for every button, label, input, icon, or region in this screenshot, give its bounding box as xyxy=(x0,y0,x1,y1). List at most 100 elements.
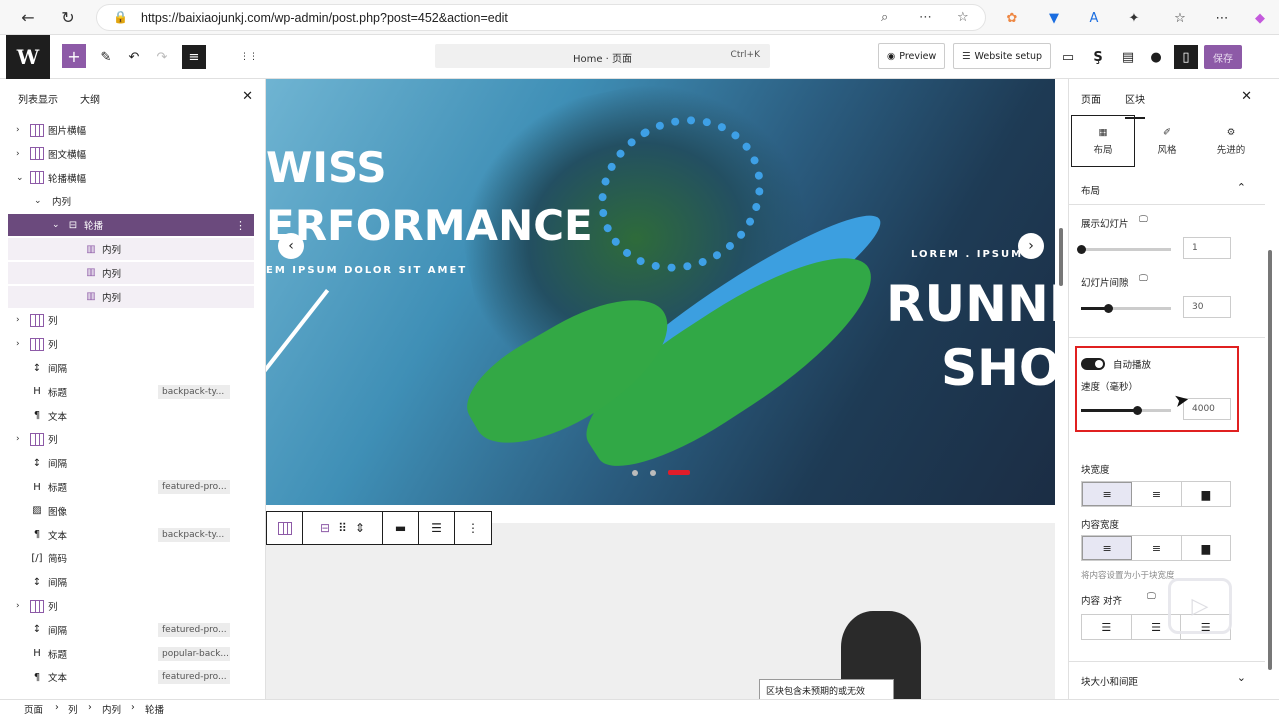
gap-range[interactable] xyxy=(1081,304,1171,313)
tab-list-view[interactable]: 列表显示 xyxy=(18,91,58,106)
gap-input[interactable]: 30 xyxy=(1183,296,1231,318)
chevron-right-icon[interactable]: › xyxy=(16,601,20,611)
website-setup-button[interactable]: ☰ Website setup xyxy=(953,43,1051,69)
close-icon[interactable]: ✕ xyxy=(1241,89,1252,104)
slides-range-knob[interactable] xyxy=(1077,245,1086,254)
chevron-right-icon[interactable]: › xyxy=(16,339,20,349)
chevron-up-icon[interactable]: ⌃ xyxy=(1237,181,1246,194)
slider-dot-active[interactable] xyxy=(668,470,690,475)
list-row[interactable]: [/] 简码 xyxy=(8,547,254,569)
copilot-icon[interactable]: ◆ xyxy=(1250,8,1270,28)
drag-handle-icon[interactable]: ⠿ xyxy=(338,521,347,535)
plugin-s-icon[interactable]: Ş xyxy=(1088,45,1108,69)
parent-block-button[interactable] xyxy=(267,512,303,544)
content-width-default[interactable]: ≡ xyxy=(1082,536,1133,560)
slides-input[interactable]: 1 xyxy=(1183,237,1231,259)
extension-pinwheel-icon[interactable]: ✿ xyxy=(1002,8,1022,28)
list-row[interactable]: ▥ 内列 xyxy=(8,238,254,260)
slider-prev-button[interactable]: ‹ xyxy=(278,233,304,259)
list-row[interactable]: › 列 xyxy=(8,428,254,450)
document-overview-icon[interactable]: ≡ xyxy=(182,45,206,69)
reader-icon[interactable]: ⋯ xyxy=(919,10,932,25)
breadcrumb-item[interactable]: 页面 xyxy=(24,702,43,716)
chevron-down-icon[interactable]: ⌄ xyxy=(16,173,24,183)
list-row[interactable]: ▥ 内列 xyxy=(8,285,254,308)
settings-sidebar-icon[interactable]: ▯ xyxy=(1174,45,1198,69)
reload-icon[interactable]: ↻ xyxy=(56,6,80,28)
list-row[interactable]: › 列 xyxy=(8,595,254,617)
wordpress-logo-icon[interactable]: W xyxy=(6,35,50,79)
subtab-layout[interactable]: ▦ 布局 xyxy=(1071,115,1135,167)
list-row[interactable]: H 标题 popular-back... xyxy=(8,643,254,665)
block-inserter-button[interactable]: + xyxy=(62,44,86,68)
notes-icon[interactable]: ▤ xyxy=(1118,45,1138,69)
more-icon[interactable]: ⋯ xyxy=(1212,8,1232,28)
list-row[interactable]: ▥ 内列 xyxy=(8,261,254,284)
breadcrumb-item[interactable]: 轮播 xyxy=(145,702,164,716)
align-center-icon[interactable]: ▬ xyxy=(383,512,419,544)
carousel-slide[interactable]: WISS ERFORMANCE EM IPSUM DOLOR SIT AMET … xyxy=(266,79,1055,505)
chevron-right-icon[interactable]: › xyxy=(16,149,20,159)
list-row[interactable]: ¶ 文本 backpack-ty... xyxy=(8,524,254,546)
breadcrumb-item[interactable]: 内列 xyxy=(102,702,121,716)
gap-range-knob[interactable] xyxy=(1104,304,1113,313)
redo-icon[interactable]: ↷ xyxy=(152,45,172,69)
slider-next-button[interactable]: › xyxy=(1018,233,1044,259)
chevron-down-icon[interactable]: ⌄ xyxy=(1237,671,1246,684)
command-palette-bar[interactable]: Home · 页面 Ctrl+K xyxy=(435,44,770,68)
list-row[interactable]: ⌄ 内列 xyxy=(8,190,254,212)
settings-scrollbar[interactable] xyxy=(1266,80,1274,700)
list-row[interactable]: H 标题 featured-pro... xyxy=(8,476,254,498)
details-icon[interactable]: ⋮⋮ xyxy=(234,45,264,69)
list-row[interactable]: ↕ 间隔 xyxy=(8,571,254,593)
size-spacing-section[interactable]: 块大小和间距 xyxy=(1081,674,1138,688)
list-row[interactable]: › 列 xyxy=(8,309,254,331)
canvas-scrollbar[interactable] xyxy=(1057,80,1065,700)
list-row[interactable]: ¶ 文本 featured-pro... xyxy=(8,666,254,688)
width-option-full[interactable]: ▆ xyxy=(1182,482,1230,506)
slider-dot[interactable] xyxy=(650,470,656,476)
device-preview-icon[interactable]: ▭ xyxy=(1058,45,1078,69)
address-bar[interactable]: 🔒 https://baixiaojunkj.com/wp-admin/post… xyxy=(96,4,986,31)
list-row[interactable]: ▨ 图像 xyxy=(8,500,254,522)
list-row[interactable]: ↕ 间隔 featured-pro... xyxy=(8,619,254,641)
slider-dot[interactable] xyxy=(632,470,638,476)
list-row[interactable]: › 图文横幅 xyxy=(8,143,254,165)
content-width-wide[interactable]: ≡ xyxy=(1132,536,1182,560)
breadcrumb-item[interactable]: 列 xyxy=(68,702,78,716)
subtab-advanced[interactable]: ⚙ 先进的 xyxy=(1199,115,1263,167)
row-options-icon[interactable]: ⋮ xyxy=(235,219,246,232)
preview-button[interactable]: ◉ Preview xyxy=(878,43,946,69)
list-row[interactable]: ↕ 间隔 xyxy=(8,357,254,379)
chevron-right-icon[interactable]: › xyxy=(16,315,20,325)
chevron-down-icon[interactable]: ⌄ xyxy=(52,220,60,230)
block-more-options-icon[interactable]: ⋮ xyxy=(455,512,491,544)
list-row[interactable]: ¶ 文本 xyxy=(8,405,254,427)
width-option-default[interactable]: ≡ xyxy=(1082,482,1133,506)
edit-pencil-icon[interactable]: ✎ xyxy=(96,45,116,69)
extensions-puzzle-icon[interactable]: ✦ xyxy=(1124,8,1144,28)
favorite-star-icon[interactable]: ☆ xyxy=(957,10,969,25)
chevron-right-icon[interactable]: › xyxy=(16,434,20,444)
tab-page[interactable]: 页面 xyxy=(1081,91,1101,106)
section-layout-title[interactable]: 布局 xyxy=(1081,183,1100,197)
list-row[interactable]: ↕ 间隔 xyxy=(8,452,254,474)
slider-block-icon[interactable]: ⊟ xyxy=(320,521,330,535)
width-option-wide[interactable]: ≡ xyxy=(1132,482,1182,506)
list-row[interactable]: › 列 xyxy=(8,333,254,355)
favorites-icon[interactable]: ☆ xyxy=(1170,8,1190,28)
list-row[interactable]: ⌄ 轮播横幅 xyxy=(8,167,254,189)
slides-range[interactable] xyxy=(1077,245,1171,254)
tab-outline[interactable]: 大纲 xyxy=(80,91,100,106)
close-icon[interactable]: ✕ xyxy=(242,89,253,104)
chevron-down-icon[interactable]: ⌄ xyxy=(34,196,42,206)
extension-a-icon[interactable]: A xyxy=(1084,8,1104,28)
list-row[interactable]: › 图片横幅 xyxy=(8,119,254,141)
list-row[interactable]: H 标题 backpack-ty... xyxy=(8,381,254,403)
plugin-b-icon[interactable]: ● xyxy=(1146,45,1166,69)
subtab-style[interactable]: ✐ 风格 xyxy=(1135,115,1199,167)
justify-left-icon[interactable]: ☰ xyxy=(419,512,455,544)
align-left-option[interactable]: ☰ xyxy=(1082,615,1132,639)
undo-icon[interactable]: ↶ xyxy=(124,45,144,69)
content-width-full[interactable]: ▆ xyxy=(1182,536,1230,560)
